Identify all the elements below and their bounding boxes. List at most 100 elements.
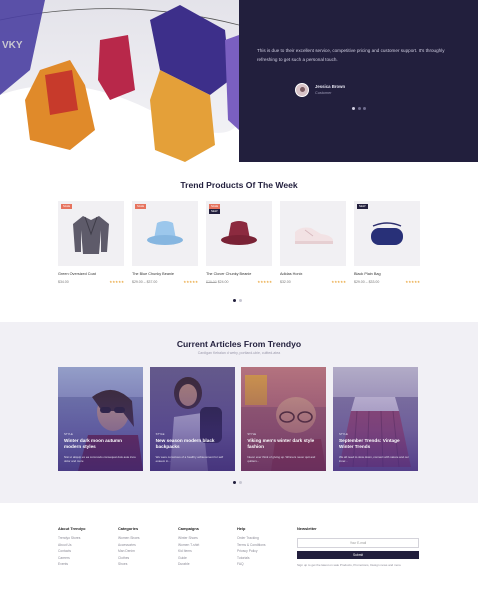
product-name[interactable]: The Blue Chunky Beanie [132,272,198,277]
submit-button[interactable]: Submit [297,551,419,559]
author-avatar [295,83,309,97]
footer-column-help: Help Order Tracking Terms & Conditions P… [237,526,266,568]
footer-link[interactable]: Clothes [118,555,140,562]
footer-link[interactable]: Tutorials [237,555,266,562]
footer-link[interactable]: Contacts [58,548,85,555]
footer-link[interactable]: FAQ [237,561,266,568]
product-card[interactable]: SALE NEW The Clover Chunky Beanie $29.00… [206,201,272,284]
product-name[interactable]: Black Plain Bag [354,272,420,277]
footer-link[interactable]: Man Denim [118,548,140,555]
bag-icon [371,221,403,245]
footer-column-title: About Trendyo [58,526,86,531]
trend-section-title: Trend Products Of The Week [180,180,298,190]
footer-column-about: About Trendyo Trendyo Stores About Us Co… [58,526,85,568]
sale-badge: SALE [61,204,73,209]
footer-link[interactable]: Women Shoes [118,535,140,542]
article-card[interactable]: STYLE Viking men's winter dark style fas… [241,367,327,471]
product-card[interactable]: NEW Black Plain Bag $29.00 – $33.00 ★★★★… [354,201,420,284]
footer-link[interactable]: Women T-shirt [178,542,199,549]
author-role: Customer [315,91,332,95]
sale-price: $24.00 [217,280,229,284]
footer-link[interactable]: Accessories [118,542,140,549]
article-card[interactable]: STYLE September Trends: Vintage Winter T… [332,367,418,471]
rating-stars: ★★★★★ [257,280,272,284]
new-badge: NEW [357,204,368,209]
pagination-dot[interactable] [239,299,242,302]
testimonial-panel: This is due to their excellent service, … [239,0,478,162]
article-category: STYLE [338,432,348,436]
hero-illustration: VKY [0,0,239,162]
pagination-dot[interactable] [233,481,236,484]
article-card[interactable]: STYLE New season modern black backpacks … [149,367,235,471]
product-image-bag[interactable]: NEW [354,201,420,266]
footer-link[interactable]: Durable [178,561,199,568]
product-card[interactable]: Adidas Honix $32.00 ★★★★★ [280,201,346,284]
footer-link[interactable]: Shoes [118,561,140,568]
product-image-sneaker[interactable] [280,201,346,266]
article-card[interactable]: STYLE Winter dark moon autumn modern sty… [58,367,143,471]
article-category: STYLE [64,432,73,436]
article-title[interactable]: Viking men's winter dark style fashion [247,438,321,450]
product-card[interactable]: SALE The Blue Chunky Beanie $29.00 – $37… [132,201,198,284]
testimonial-author: Jessica Brown Customer [295,83,345,97]
footer-link[interactable]: Order Tracking [237,535,266,542]
rating-stars: ★★★★★ [183,280,198,284]
product-name[interactable]: Adidas Honix [280,272,346,277]
product-name[interactable]: The Clover Chunky Beanie [206,272,272,277]
article-title[interactable]: Winter dark moon autumn modern styles [64,438,138,450]
footer-link[interactable]: Winter Shoes [178,535,199,542]
pagination-dot[interactable] [233,299,236,302]
article-excerpt: Never ever think of giving up. Winners n… [247,455,316,463]
product-price: $29.00 – $37.00 [132,280,158,284]
article-title[interactable]: September Trends: Vintage Winter Trends [339,438,413,450]
footer-link[interactable]: Guide [178,555,199,562]
svg-text:VKY: VKY [2,40,23,51]
rating-stars: ★★★★★ [109,280,124,284]
footer-link[interactable]: Careers [58,555,85,562]
product-image-burgundy-hat[interactable]: SALE NEW [206,201,272,266]
article-title[interactable]: New season modern black backpacks [156,438,230,450]
footer-link[interactable]: Terms & Conditions [237,542,266,549]
footer-column-categories: Categories Women Shoes Accessories Man D… [118,526,140,568]
pagination-dot[interactable] [239,481,242,484]
article-excerpt: We all need to slow down, connect with n… [338,455,409,463]
product-price: $29.00 $24.00 [206,280,228,284]
pagination-dot[interactable] [363,107,366,110]
footer-link[interactable]: Privacy Policy [237,548,266,555]
articles-carousel-pagination [233,481,242,484]
product-price: $29.00 – $33.00 [354,280,380,284]
articles-subtitle: Cardigan Kebalan d weby, portland-ubie, … [197,351,281,355]
articles-section-title: Current Articles From Trendyo [176,339,302,349]
product-card[interactable]: SALE Green Oversized Coat $34.00 ★★★★★ [58,201,124,284]
footer-link[interactable]: Trendyo Stores [58,535,85,542]
pagination-dot[interactable] [352,107,355,110]
footer-column-title: Categories [118,526,139,531]
product-carousel-pagination [233,299,242,302]
old-price: $29.00 [206,280,217,284]
article-category: STYLE [155,432,165,436]
product-price: $34.00 [58,280,69,284]
product-image-sweater[interactable]: SALE [58,201,124,266]
article-excerpt: We were conscious of a healthy achieveme… [155,455,224,463]
footer: About Trendyo Trendyo Stores About Us Co… [58,526,420,586]
email-field[interactable]: Your E-mail [297,538,419,548]
rating-stars: ★★★★★ [331,280,346,284]
newsletter-form: Newsletter Your E-mail Submit Sign up to… [297,526,420,567]
newsletter-note: Sign up to get the latest on sale Produc… [297,563,401,567]
article-excerpt: Nisi ut aliquip ex ea commodo consequat … [64,455,136,463]
sweater-icon [73,215,109,254]
pagination-dot[interactable] [357,107,361,110]
hero-section: VKY This is due to their excellent servi… [0,0,478,162]
product-name[interactable]: Green Oversized Coat [58,272,124,277]
footer-link[interactable]: Events [58,561,85,568]
sneaker-icon [295,227,333,244]
footer-link[interactable]: Kid Items [178,548,199,555]
product-image-blue-hat[interactable]: SALE [132,201,198,266]
footer-column-campaigns: Campaigns Winter Shoes Women T-shirt Kid… [178,526,199,568]
footer-column-title: Help [237,526,246,531]
bucket-hat-icon [221,220,257,245]
footer-link[interactable]: About Us [58,542,85,549]
footer-column-title: Campaigns [178,526,199,531]
new-badge: NEW [209,209,220,214]
newsletter-title: Newsletter [297,526,317,531]
